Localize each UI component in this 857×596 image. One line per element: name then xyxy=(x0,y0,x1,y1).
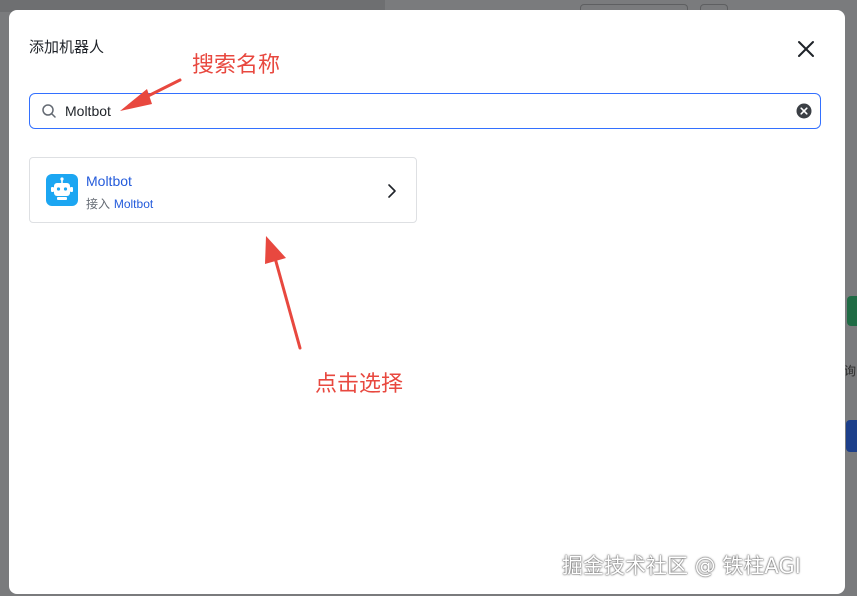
search-icon xyxy=(42,104,56,118)
close-icon xyxy=(798,41,814,57)
background-side-text: 询 xyxy=(844,364,857,378)
close-button[interactable] xyxy=(793,36,819,62)
bot-name: Moltbot xyxy=(86,173,132,189)
background-green-tab xyxy=(847,296,857,326)
search-box xyxy=(29,93,821,129)
clear-icon[interactable] xyxy=(796,103,812,119)
annotation-search-hint: 搜索名称 xyxy=(192,53,281,78)
bot-result-card[interactable]: Moltbot 接入 Moltbot xyxy=(29,157,417,223)
bot-subtitle-prefix: 接入 xyxy=(86,197,111,211)
chevron-right-icon xyxy=(388,184,396,198)
bot-subtitle: 接入 Moltbot xyxy=(86,195,153,212)
watermark: 掘金技术社区 @ 铁柱AGI xyxy=(562,554,801,578)
bot-subtitle-highlight: Moltbot xyxy=(113,197,154,211)
robot-icon xyxy=(46,174,78,206)
add-bot-dialog: 添加机器人 Moltbot Moltbot 接入 Moltbot xyxy=(9,10,845,594)
annotation-click-hint: 点击选择 xyxy=(315,372,404,397)
background-blue-tab xyxy=(846,420,857,452)
dialog-title: 添加机器人 xyxy=(29,38,105,56)
search-input[interactable] xyxy=(65,94,785,128)
